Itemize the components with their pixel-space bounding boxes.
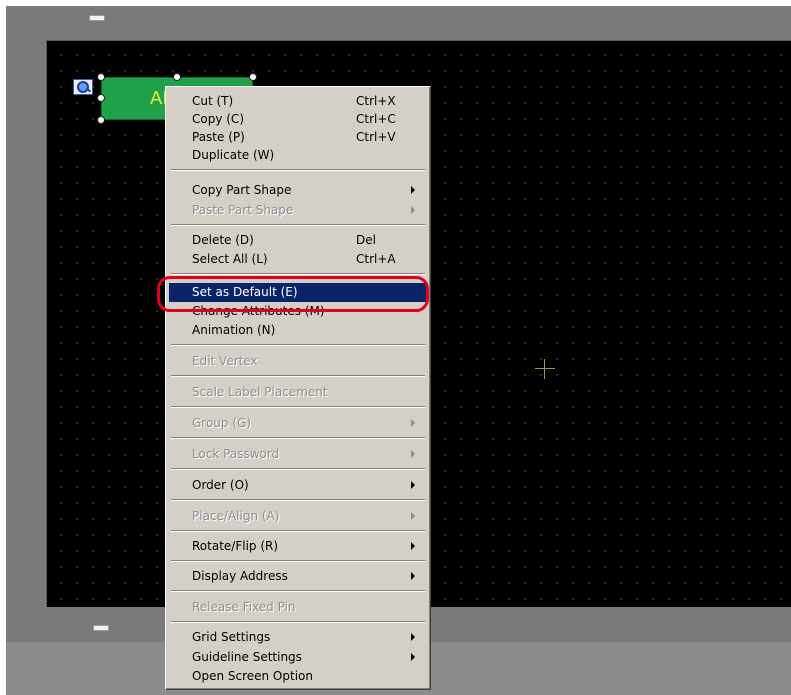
menu-item-display-address[interactable]: Display Address [169,567,427,585]
menu-item-animation[interactable]: Animation (N) [169,321,427,339]
menu-separator [171,169,425,171]
submenu-arrow-icon [411,633,415,641]
menu-item-paste[interactable]: Paste (P) Ctrl+V [169,128,427,146]
menu-item-copy[interactable]: Copy (C) Ctrl+C [169,110,427,128]
menu-item-duplicate[interactable]: Duplicate (W) [169,146,427,164]
menu-item-delete[interactable]: Delete (D) Del [169,231,427,249]
crosshair-cursor-icon [535,359,555,379]
menu-separator [171,621,425,623]
menu-item-set-as-default[interactable]: Set as Default (E) [169,283,427,302]
submenu-arrow-icon [411,419,415,427]
submenu-arrow-icon [411,481,415,489]
top-scroll-handle[interactable] [89,15,105,21]
submenu-arrow-icon [411,572,415,580]
menu-item-rotate-flip[interactable]: Rotate/Flip (R) [169,537,427,555]
menu-separator [171,499,425,501]
menu-separator [171,590,425,592]
submenu-arrow-icon [411,450,415,458]
menu-item-cut[interactable]: Cut (T) Ctrl+X [169,92,427,110]
submenu-arrow-icon [411,542,415,550]
menu-separator [171,560,425,562]
bottom-scroll-handle[interactable] [93,625,109,631]
submenu-arrow-icon [411,206,415,214]
menu-item-copy-part-shape[interactable]: Copy Part Shape [169,181,427,199]
menu-separator [171,406,425,408]
resize-handle[interactable] [97,94,105,102]
menu-item-group: Group (G) [169,414,427,432]
menu-item-paste-part-shape: Paste Part Shape [169,201,427,219]
menu-item-release-fixed-pin: Release Fixed Pin [192,600,296,614]
context-menu: Cut (T) Ctrl+X Copy (C) Ctrl+C Paste (P) Ct… [165,86,431,690]
menu-separator [171,468,425,470]
magnifier-icon[interactable] [73,79,93,95]
menu-item-scale-label-placement: Scale Label Placement [192,385,328,399]
submenu-arrow-icon [411,186,415,194]
menu-item-grid-settings[interactable]: Grid Settings [169,628,427,646]
submenu-arrow-icon [411,653,415,661]
menu-item-lock-password: Lock Password [169,445,427,463]
menu-item-edit-vertex: Edit Vertex [192,354,258,368]
menu-separator [171,273,425,275]
menu-item-change-attributes[interactable]: Change Attributes (M) [169,302,427,320]
resize-handle[interactable] [97,73,105,81]
menu-separator [171,375,425,377]
menu-separator [171,344,425,346]
resize-handle[interactable] [173,73,181,81]
resize-handle[interactable] [97,116,105,124]
menu-separator [171,224,425,226]
submenu-arrow-icon [411,512,415,520]
resize-handle[interactable] [249,73,257,81]
menu-item-open-screen-option[interactable]: Open Screen Option [169,667,427,685]
menu-separator [171,530,425,532]
menu-item-select-all[interactable]: Select All (L) Ctrl+A [169,250,427,268]
menu-item-place-align: Place/Align (A) [169,507,427,525]
menu-item-order[interactable]: Order (O) [169,476,427,494]
menu-separator [171,437,425,439]
menu-item-guideline-settings[interactable]: Guideline Settings [169,648,427,666]
